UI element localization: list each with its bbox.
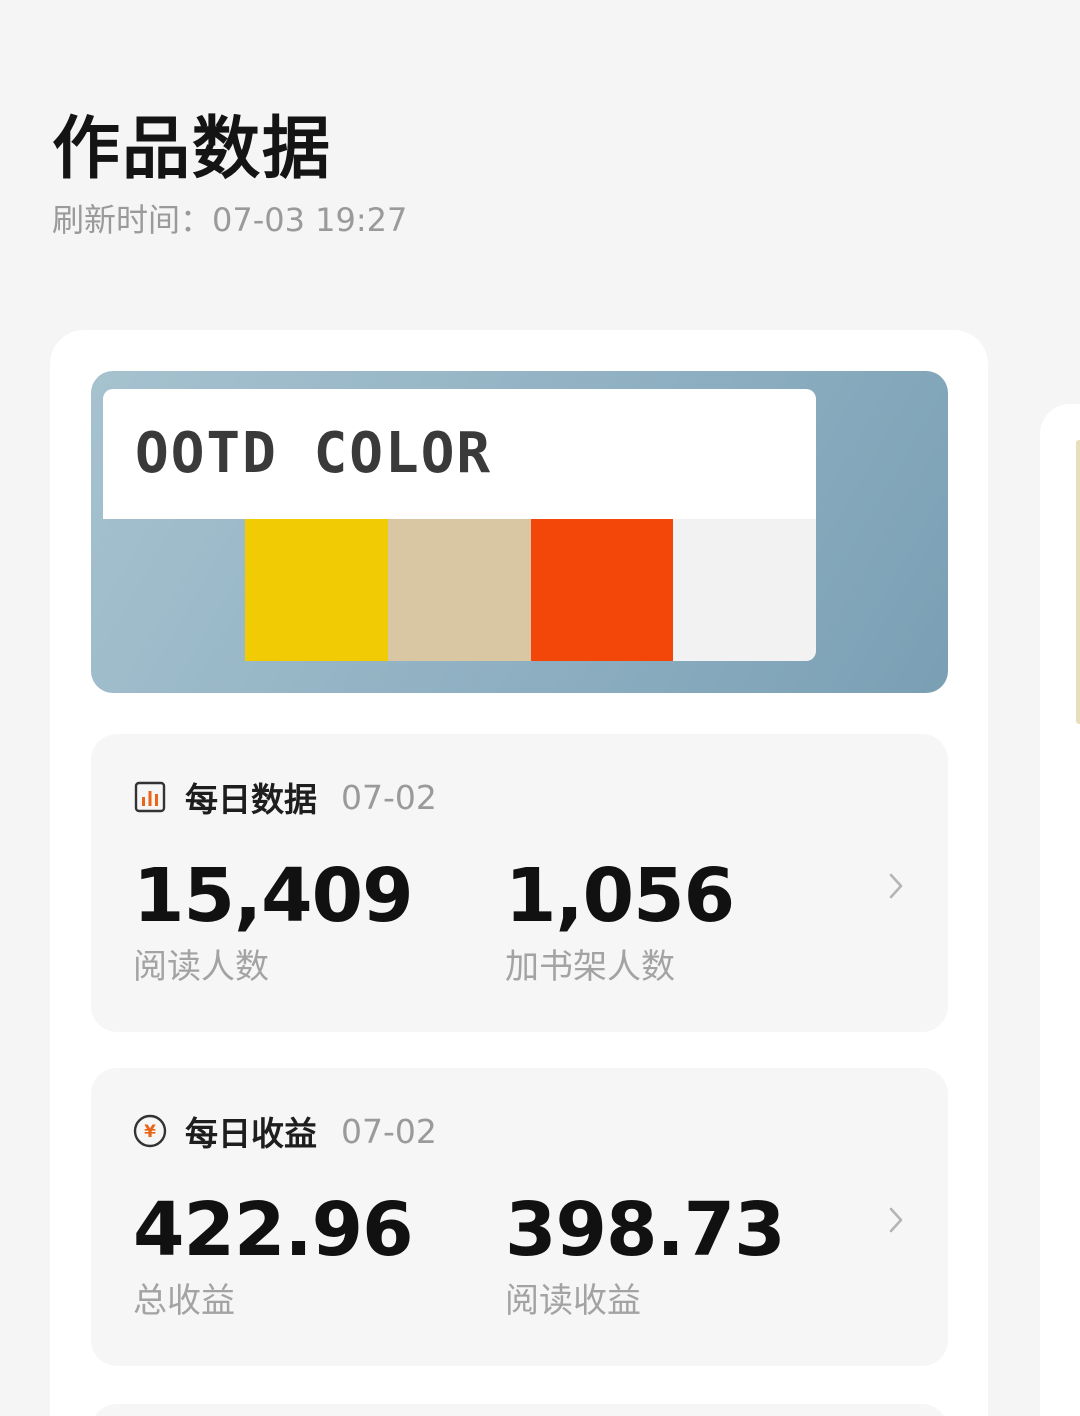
- color-swatch-1: [245, 519, 388, 661]
- refresh-value: 07-03 19:27: [212, 201, 408, 239]
- readers-value: 15,409: [133, 853, 414, 939]
- bookshelf-label: 加书架人数: [505, 947, 675, 987]
- readers-label: 阅读人数: [133, 947, 269, 987]
- refresh-time: 刷新时间：07-03 19:27: [52, 198, 407, 242]
- total-income-metric: 422.96 总收益: [133, 1186, 414, 1324]
- color-swatches: [245, 519, 816, 661]
- work-cover[interactable]: OOTD COLOR: [91, 371, 948, 693]
- reading-income-metric: 398.73 阅读收益: [505, 1186, 786, 1324]
- daily-data-panel[interactable]: 每日数据 07-02 15,409 阅读人数 1,056 加书架人数: [91, 734, 948, 1032]
- page-title: 作品数据: [52, 109, 333, 189]
- work-card: OOTD COLOR 每日数据 07-02 15,409 阅读人数 1,056 …: [50, 330, 988, 1416]
- daily-data-date: 07-02: [341, 777, 437, 817]
- chevron-right-icon[interactable]: [883, 866, 909, 906]
- reading-income-label: 阅读收益: [505, 1281, 641, 1321]
- bookshelf-value: 1,056: [505, 853, 735, 939]
- refresh-label: 刷新时间：: [52, 201, 213, 239]
- yuan-coin-icon: ¥: [133, 1114, 167, 1148]
- bar-chart-icon: [133, 780, 167, 814]
- daily-income-header: ¥ 每日收益 07-02: [133, 1106, 437, 1156]
- next-panel-peek: [91, 1404, 948, 1416]
- color-swatch-3: [530, 519, 674, 661]
- readers-metric: 15,409 阅读人数: [133, 852, 414, 990]
- daily-income-title: 每日收益: [185, 1114, 317, 1153]
- next-work-card-peek[interactable]: [1040, 404, 1080, 1416]
- svg-text:¥: ¥: [144, 1122, 156, 1142]
- daily-data-header: 每日数据 07-02: [133, 772, 437, 822]
- cover-label: OOTD COLOR: [103, 389, 816, 519]
- total-income-label: 总收益: [133, 1281, 235, 1321]
- cover-title: OOTD COLOR: [135, 421, 493, 486]
- chevron-right-icon[interactable]: [883, 1200, 909, 1240]
- reading-income-value: 398.73: [505, 1187, 786, 1273]
- daily-income-panel[interactable]: ¥ 每日收益 07-02 422.96 总收益 398.73 阅读收益: [91, 1068, 948, 1366]
- daily-income-date: 07-02: [341, 1111, 437, 1151]
- color-swatch-2: [387, 519, 531, 661]
- daily-data-title: 每日数据: [185, 780, 317, 819]
- bookshelf-metric: 1,056 加书架人数: [505, 852, 735, 990]
- total-income-value: 422.96: [133, 1187, 414, 1273]
- next-cover-edge: [1076, 440, 1080, 724]
- color-swatch-4: [673, 519, 816, 661]
- works-data-page: 作品数据 刷新时间：07-03 19:27 OOTD COLOR 每日数据 07…: [0, 0, 1080, 1416]
